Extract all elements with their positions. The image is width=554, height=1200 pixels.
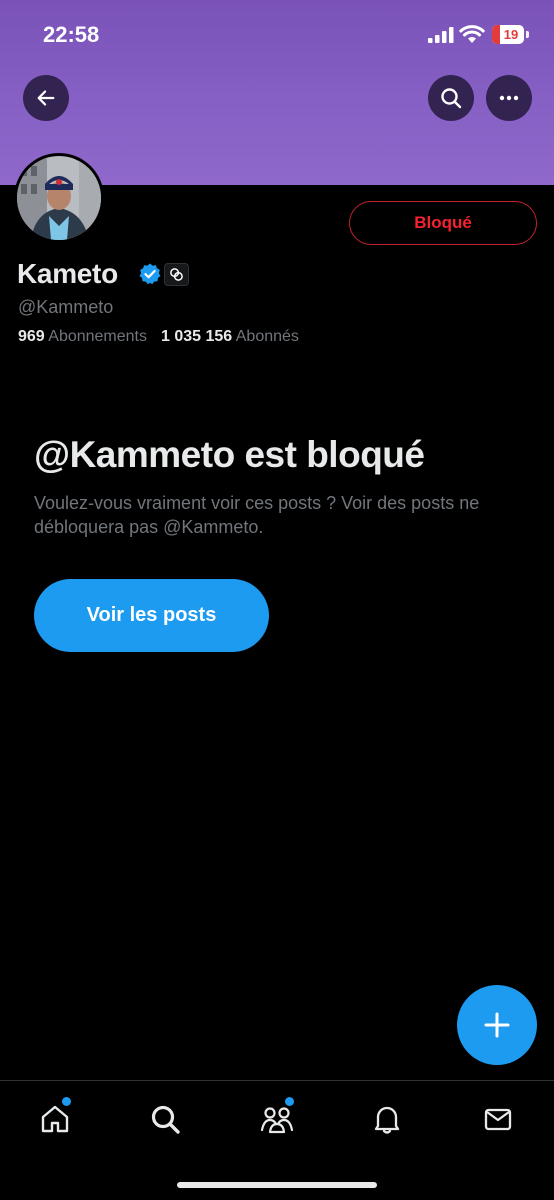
verified-badge-icon: [139, 263, 161, 285]
more-button[interactable]: [486, 75, 532, 121]
avatar[interactable]: [14, 153, 104, 243]
battery-icon: 19: [492, 25, 524, 44]
communities-icon: [260, 1107, 294, 1134]
follow-stats: 969 Abonnements 1 035 156 Abonnés: [18, 328, 299, 346]
status-bar: 22:58 19: [0, 0, 554, 70]
view-posts-button[interactable]: Voir les posts: [34, 579, 269, 652]
battery-level: 19: [503, 27, 519, 42]
avatar-photo: [17, 156, 101, 240]
home-icon: [41, 1105, 69, 1133]
following-count: 969: [18, 328, 45, 345]
search-icon: [441, 88, 462, 109]
more-horizontal-icon: [499, 95, 519, 101]
tab-communities[interactable]: [257, 1097, 297, 1139]
profile-handle: @Kammeto: [18, 297, 114, 317]
tab-messages[interactable]: [478, 1099, 518, 1139]
followers-label: Abonnés: [235, 328, 299, 345]
following-link[interactable]: 969 Abonnements: [18, 328, 147, 345]
bell-icon: [374, 1106, 400, 1134]
search-icon: [151, 1105, 180, 1134]
wifi-icon: [459, 25, 485, 43]
tab-search[interactable]: [145, 1099, 185, 1139]
home-badge-dot: [62, 1097, 71, 1106]
status-time: 22:58: [43, 22, 100, 47]
communities-badge-dot: [285, 1097, 294, 1106]
followers-link[interactable]: 1 035 156 Abonnés: [161, 328, 299, 345]
affiliation-badge-icon[interactable]: [164, 263, 189, 286]
display-name: Kameto: [17, 258, 118, 289]
plus-icon: [484, 1012, 510, 1038]
avatar-image: [17, 156, 101, 240]
compose-post-button[interactable]: [457, 985, 537, 1065]
home-indicator[interactable]: [177, 1182, 377, 1188]
back-button[interactable]: [23, 75, 69, 121]
search-button[interactable]: [428, 75, 474, 121]
affiliation-logo-icon: [170, 268, 183, 281]
tab-home[interactable]: [35, 1097, 75, 1139]
battery-tip: [526, 31, 529, 38]
blocked-title: @Kammeto est bloqué: [34, 434, 425, 475]
arrow-left-icon: [37, 90, 55, 106]
mail-icon: [484, 1108, 512, 1131]
blocked-button[interactable]: Bloqué: [349, 201, 537, 245]
cellular-signal-icon: [428, 27, 454, 43]
followers-count: 1 035 156: [161, 328, 233, 345]
tab-notifications[interactable]: [367, 1099, 407, 1139]
following-label: Abonnements: [48, 328, 147, 345]
blocked-description: Voulez-vous vraiment voir ces posts ? Vo…: [34, 493, 480, 537]
